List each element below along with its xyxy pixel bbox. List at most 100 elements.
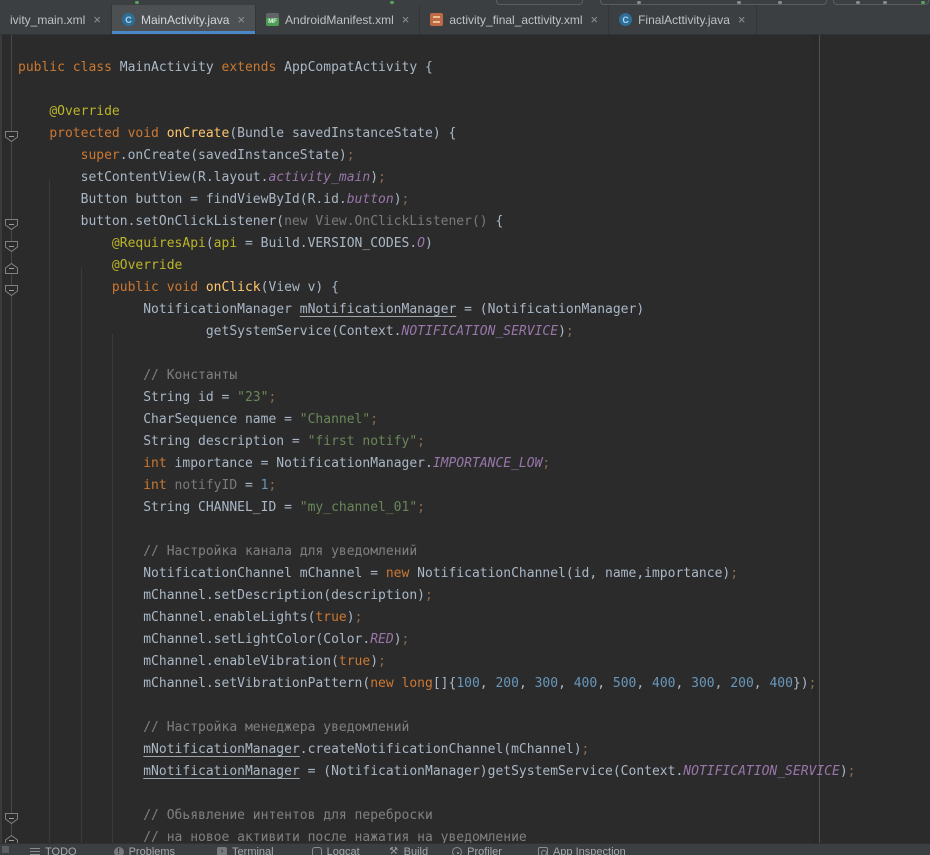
code-line-8[interactable]: button.setOnClickListener(new View.OnCli… [18, 211, 856, 233]
tab-close-icon[interactable]: × [591, 13, 599, 26]
tab-androidmanifest-xml[interactable]: MFAndroidManifest.xml× [256, 5, 420, 34]
fold-marker-down[interactable] [5, 217, 18, 228]
run-app-icon[interactable] [856, 1, 860, 4]
toolwindow-button-problems[interactable]: !Problems [114, 846, 175, 855]
code-token: ; [268, 390, 276, 405]
code-line-27[interactable]: mChannel.setLightColor(Color.RED); [18, 629, 856, 651]
code-line-19[interactable]: int importance = NotificationManager.IMP… [18, 453, 856, 475]
code-line-23[interactable]: // Настройка канала для уведомлений [18, 541, 856, 563]
fold-marker-up[interactable] [5, 261, 18, 272]
code-token: protected void [49, 126, 166, 141]
code-token: , [519, 676, 535, 691]
run-config-outline[interactable] [600, 0, 827, 5]
code-token: 100 [456, 676, 479, 691]
active-tab-underline [112, 31, 255, 34]
code-line-24[interactable]: NotificationChannel mChannel = new Notif… [18, 563, 856, 585]
code-token: 200 [730, 676, 753, 691]
code-line-21[interactable]: String CHANNEL_ID = "my_channel_01"; [18, 497, 856, 519]
debug-icon[interactable] [883, 1, 887, 4]
fold-marker-down[interactable] [5, 239, 18, 250]
toolbar-icon[interactable] [778, 1, 782, 4]
code-line-4[interactable]: protected void onCreate(Bundle savedInst… [18, 123, 856, 145]
tab-label: AndroidManifest.xml [285, 13, 394, 27]
toolwindow-button-terminal[interactable]: ›Terminal [217, 846, 274, 855]
code-line-9[interactable]: @RequiresApi(api = Build.VERSION_CODES.O… [18, 233, 856, 255]
code-line-22[interactable] [18, 519, 856, 541]
code-token: notifyID [167, 478, 237, 493]
tab-close-icon[interactable]: × [402, 13, 410, 26]
code-line-3[interactable]: @Override [18, 101, 856, 123]
code-line-18[interactable]: String description = "first notify"; [18, 431, 856, 453]
code-line-13[interactable]: getSystemService(Context.NOTIFICATION_SE… [18, 321, 856, 343]
fold-marker-down[interactable] [5, 129, 18, 140]
tab-close-icon[interactable]: × [93, 13, 101, 26]
toolwindow-button-build[interactable]: ⚒Build [389, 846, 428, 855]
code-token [18, 258, 112, 273]
toolbar-group-outline[interactable] [833, 0, 929, 5]
device-selector-outline[interactable] [496, 0, 583, 5]
code-line-28[interactable]: mChannel.enableVibration(true); [18, 651, 856, 673]
code-line-12[interactable]: NotificationManager mNotificationManager… [18, 299, 856, 321]
code-token: int [143, 478, 166, 493]
problems-icon: ! [114, 847, 124, 855]
toolwindow-button-logcat[interactable]: Logcat [312, 846, 360, 855]
code-token: mChannel.setLightColor(Color. [18, 632, 370, 647]
code-line-5[interactable]: super.onCreate(savedInstanceState); [18, 145, 856, 167]
code-token: = [237, 478, 260, 493]
toolwindow-button-label: Logcat [327, 846, 360, 855]
code-line-25[interactable]: mChannel.setDescription(description); [18, 585, 856, 607]
code-token: ; [417, 434, 425, 449]
code-line-20[interactable]: int notifyID = 1; [18, 475, 856, 497]
code-line-17[interactable]: CharSequence name = "Channel"; [18, 409, 856, 431]
code-token: []{ [433, 676, 456, 691]
tab-mainactivity-java[interactable]: CMainActivity.java× [112, 5, 256, 34]
run-icon[interactable] [390, 1, 394, 4]
fold-marker-down[interactable] [5, 811, 18, 822]
code-line-16[interactable]: String id = "23"; [18, 387, 856, 409]
code-line-34[interactable] [18, 783, 856, 805]
code-editor[interactable]: public class MainActivity extends AppCom… [0, 35, 930, 843]
code-token: extends [222, 60, 285, 75]
code-area[interactable]: public class MainActivity extends AppCom… [0, 35, 856, 843]
toolwindow-button-profiler[interactable]: Profiler [452, 846, 502, 855]
code-line-1[interactable]: public class MainActivity extends AppCom… [18, 57, 856, 79]
code-token [18, 104, 49, 119]
code-line-2[interactable] [18, 79, 856, 101]
tab-finalacttivity-java[interactable]: CFinalActtivity.java× [609, 5, 756, 34]
fold-marker-up[interactable] [5, 833, 18, 843]
code-line-14[interactable] [18, 343, 856, 365]
run-icon[interactable] [921, 1, 925, 4]
code-line-31[interactable]: // Настройка менеджера уведомлений [18, 717, 856, 739]
code-token [18, 830, 143, 843]
code-line-15[interactable]: // Константы [18, 365, 856, 387]
code-line-10[interactable]: @Override [18, 255, 856, 277]
code-line-29[interactable]: mChannel.setVibrationPattern(new long[]{… [18, 673, 856, 695]
window-icon[interactable] [2, 846, 9, 853]
toolwindow-button-todo[interactable]: TODO [30, 846, 77, 855]
toolbar-icon[interactable] [737, 1, 741, 4]
code-line-6[interactable]: setContentView(R.layout.activity_main); [18, 167, 856, 189]
toolwindow-button-app-inspection[interactable]: App Inspection [538, 846, 626, 855]
tab-close-icon[interactable]: × [237, 13, 245, 26]
tab-activity-final-acttivity-xml[interactable]: activity_final_acttivity.xml× [420, 5, 609, 34]
code-line-11[interactable]: public void onClick(View v) { [18, 277, 856, 299]
code-token: activity_main [268, 170, 370, 185]
code-token: ; [582, 742, 590, 757]
code-line-35[interactable]: // Обьявление интентов для переброски [18, 805, 856, 827]
fold-marker-down[interactable] [5, 283, 18, 294]
tab-close-icon[interactable]: × [738, 13, 746, 26]
code-token: onCreate [167, 126, 230, 141]
code-token: int [143, 456, 166, 471]
code-line-7[interactable]: Button button = findViewById(R.id.button… [18, 189, 856, 211]
code-line-32[interactable]: mNotificationManager.createNotificationC… [18, 739, 856, 761]
code-line-26[interactable]: mChannel.enableLights(true); [18, 607, 856, 629]
code-token: , [597, 676, 613, 691]
run-icon[interactable] [135, 1, 139, 4]
code-token: api [214, 236, 237, 251]
tab-ivity-main-xml[interactable]: ivity_main.xml× [0, 5, 112, 34]
code-line-36[interactable]: // на новое активити после нажатия на ув… [18, 827, 856, 843]
toolbar-icon[interactable] [637, 1, 641, 4]
code-line-30[interactable] [18, 695, 856, 717]
code-line-33[interactable]: mNotificationManager = (NotificationMana… [18, 761, 856, 783]
code-token: ; [542, 456, 550, 471]
